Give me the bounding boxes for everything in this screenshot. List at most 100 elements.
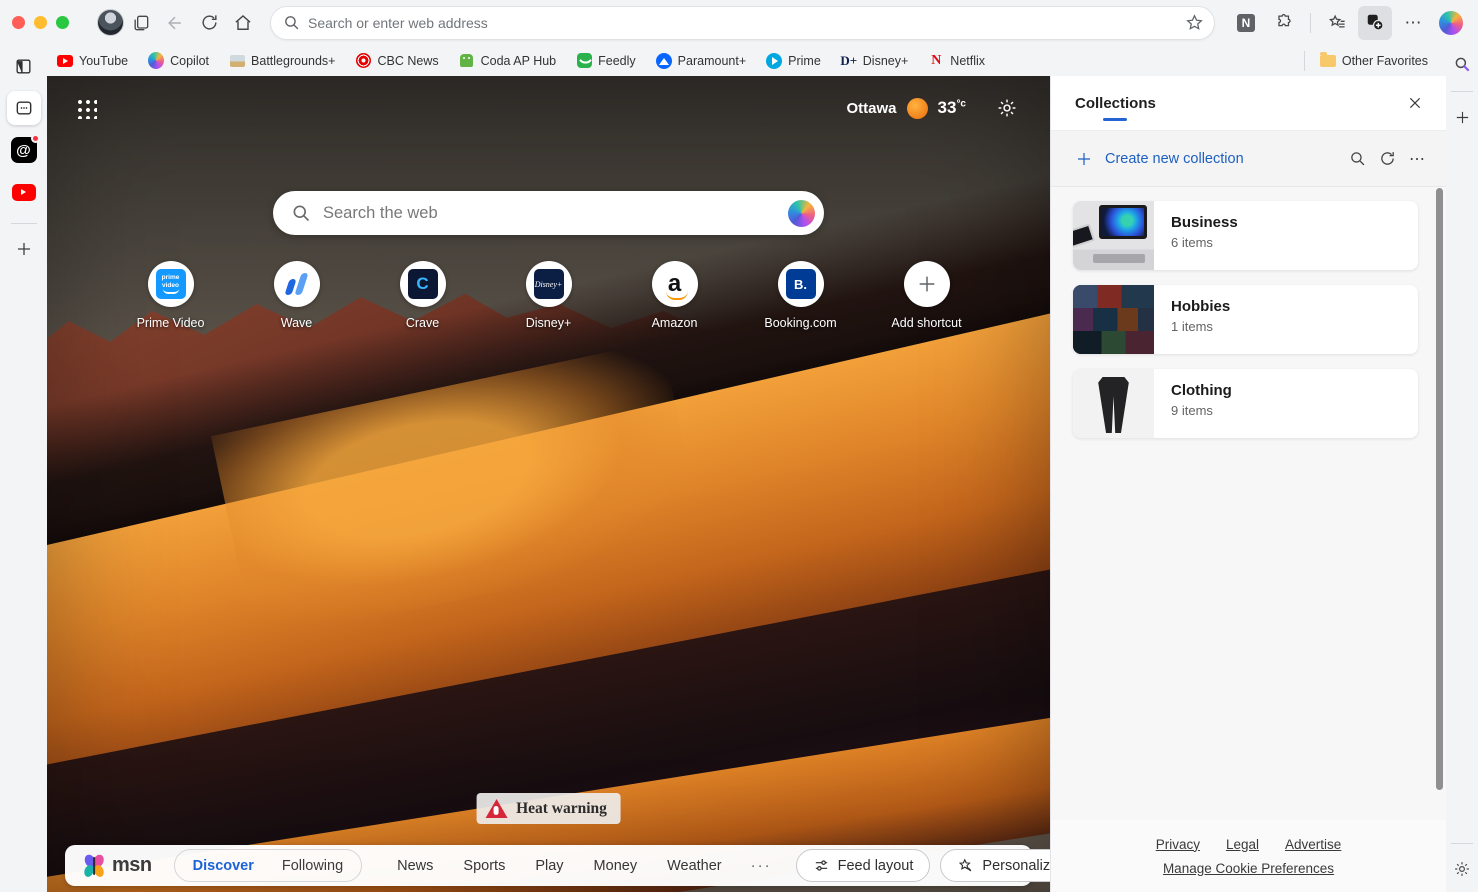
bookmark-feedly[interactable]: Feedly [566,49,646,73]
personalize-button[interactable]: Personalize [940,849,1050,882]
amazon-icon: a [665,270,689,300]
shortcut-disney-plus[interactable]: Disney+ Disney+ [506,261,591,330]
shortcut-prime-video[interactable]: prime video Prime Video [128,261,213,330]
cbc-icon [355,53,371,69]
web-search-bar[interactable] [273,191,824,235]
page-settings-button[interactable] [992,93,1022,123]
create-new-collection-button[interactable]: Create new collection [1075,150,1244,168]
tab-youtube[interactable] [7,175,41,209]
tab-actions-icon[interactable] [124,6,158,40]
bookmark-cbc-news[interactable]: CBC News [345,49,448,73]
bookmark-label: Paramount+ [677,53,747,68]
settings-more-icon[interactable]: ⋯ [1396,6,1430,40]
legal-link[interactable]: Legal [1226,837,1259,852]
shortcut-booking[interactable]: B. Booking.com [758,261,843,330]
collection-card-hobbies[interactable]: Hobbies 1 items [1073,285,1418,354]
bookmarks-divider [1303,50,1305,71]
plus-icon [919,276,934,292]
customize-sidebar-button[interactable] [1445,100,1478,134]
copilot-icon[interactable] [1434,6,1468,40]
minimize-window-button[interactable] [34,16,47,29]
disney-plus-icon: Disney+ [533,269,564,299]
bookmark-battlegrounds[interactable]: Battlegrounds+ [219,49,345,73]
profile-avatar[interactable] [97,9,124,36]
active-tab-indicator [1103,117,1128,121]
search-icon [285,16,299,30]
collection-card-business[interactable]: Business 6 items [1073,201,1418,270]
collection-card-clothing[interactable]: Clothing 9 items [1073,369,1418,438]
macos-window-controls [12,16,69,29]
weather-city: Ottawa [846,99,897,117]
crave-icon: C [407,269,438,299]
browser-titlebar: N ⋯ [0,0,1478,45]
back-button[interactable] [158,6,192,40]
prime-icon [766,52,783,69]
zoom-window-button[interactable] [56,16,69,29]
bookmark-copilot[interactable]: Copilot [138,49,219,73]
nav-link-sports[interactable]: Sports [448,858,520,874]
copilot-icon[interactable] [788,199,815,227]
personalize-star-icon [959,858,972,872]
nav-link-money[interactable]: Money [579,858,653,874]
favorites-icon[interactable] [1320,6,1354,40]
bookmark-disney-plus[interactable]: D+ Disney+ [831,49,919,73]
address-bar[interactable] [270,5,1215,40]
tab-layout-toggle-icon[interactable] [7,49,41,83]
bookmark-label: CBC News [377,53,439,68]
sidebar-search-button[interactable] [1445,47,1478,81]
extensions-icon[interactable] [1267,6,1301,40]
rail-divider [10,223,37,224]
collections-toolbar: Create new collection ⋯ [1051,130,1446,187]
sidebar-settings-button[interactable] [1445,852,1478,886]
refresh-button[interactable] [192,6,226,40]
search-collections-button[interactable] [1342,144,1372,174]
favorite-star-icon[interactable] [1185,13,1204,32]
privacy-link[interactable]: Privacy [1156,837,1200,852]
shortcut-amazon[interactable]: a Amazon [632,261,717,330]
edge-sidebar-rail [1446,45,1478,892]
bookmark-prime[interactable]: Prime [756,49,831,73]
bookmark-youtube[interactable]: YouTube [47,49,138,73]
nav-link-news[interactable]: News [382,858,448,874]
tab-following[interactable]: Following [268,858,357,874]
shortcut-wave[interactable]: Wave [254,261,339,330]
web-search-input[interactable] [323,203,788,223]
copilot-icon [148,52,165,69]
close-panel-button[interactable] [1400,88,1430,118]
nav-link-weather[interactable]: Weather [652,858,737,874]
search-icon [293,205,310,222]
manage-cookie-preferences-link[interactable]: Manage Cookie Preferences [1163,861,1334,876]
tab-discover[interactable]: Discover [179,858,268,874]
bookmark-coda-ap-hub[interactable]: Coda AP Hub [449,49,567,73]
newtab-page: Ottawa 33°c primevideo Prime Video Wave … [47,76,1050,892]
nav-more-button[interactable]: ··· [737,857,786,874]
add-shortcut-button[interactable]: Add shortcut [884,261,969,330]
heat-warning-badge[interactable]: Heat warning [476,793,621,824]
advertise-link[interactable]: Advertise [1285,837,1341,852]
address-input[interactable] [308,14,1185,31]
active-tab-newtab[interactable] [6,91,41,125]
refresh-collections-button[interactable] [1372,144,1402,174]
onenote-icon[interactable]: N [1229,6,1263,40]
other-favorites-folder[interactable]: Other Favorites [1310,49,1438,73]
netflix-icon: N [931,52,942,68]
bookmark-netflix[interactable]: N Netflix [918,49,995,73]
tab-threads[interactable]: @ [7,133,41,167]
nav-link-play[interactable]: Play [520,858,578,874]
msn-logo[interactable]: msn [81,853,152,879]
close-window-button[interactable] [12,16,25,29]
shortcut-crave[interactable]: C Crave [380,261,465,330]
bookmark-paramount[interactable]: Paramount+ [646,49,756,73]
folder-icon [1319,51,1336,69]
booking-icon: B. [785,269,816,299]
weather-widget[interactable]: Ottawa 33°c [846,97,966,119]
collections-icon[interactable] [1358,5,1392,40]
feed-layout-button[interactable]: Feed layout [795,849,931,882]
bookmark-label: Battlegrounds+ [251,53,336,68]
home-button[interactable] [226,6,260,40]
new-tab-button[interactable] [7,232,41,266]
app-launcher-icon[interactable] [75,97,97,119]
collections-more-button[interactable]: ⋯ [1402,144,1432,174]
bookmark-label: Netflix [950,53,986,68]
panel-scrollbar[interactable] [1436,188,1443,790]
